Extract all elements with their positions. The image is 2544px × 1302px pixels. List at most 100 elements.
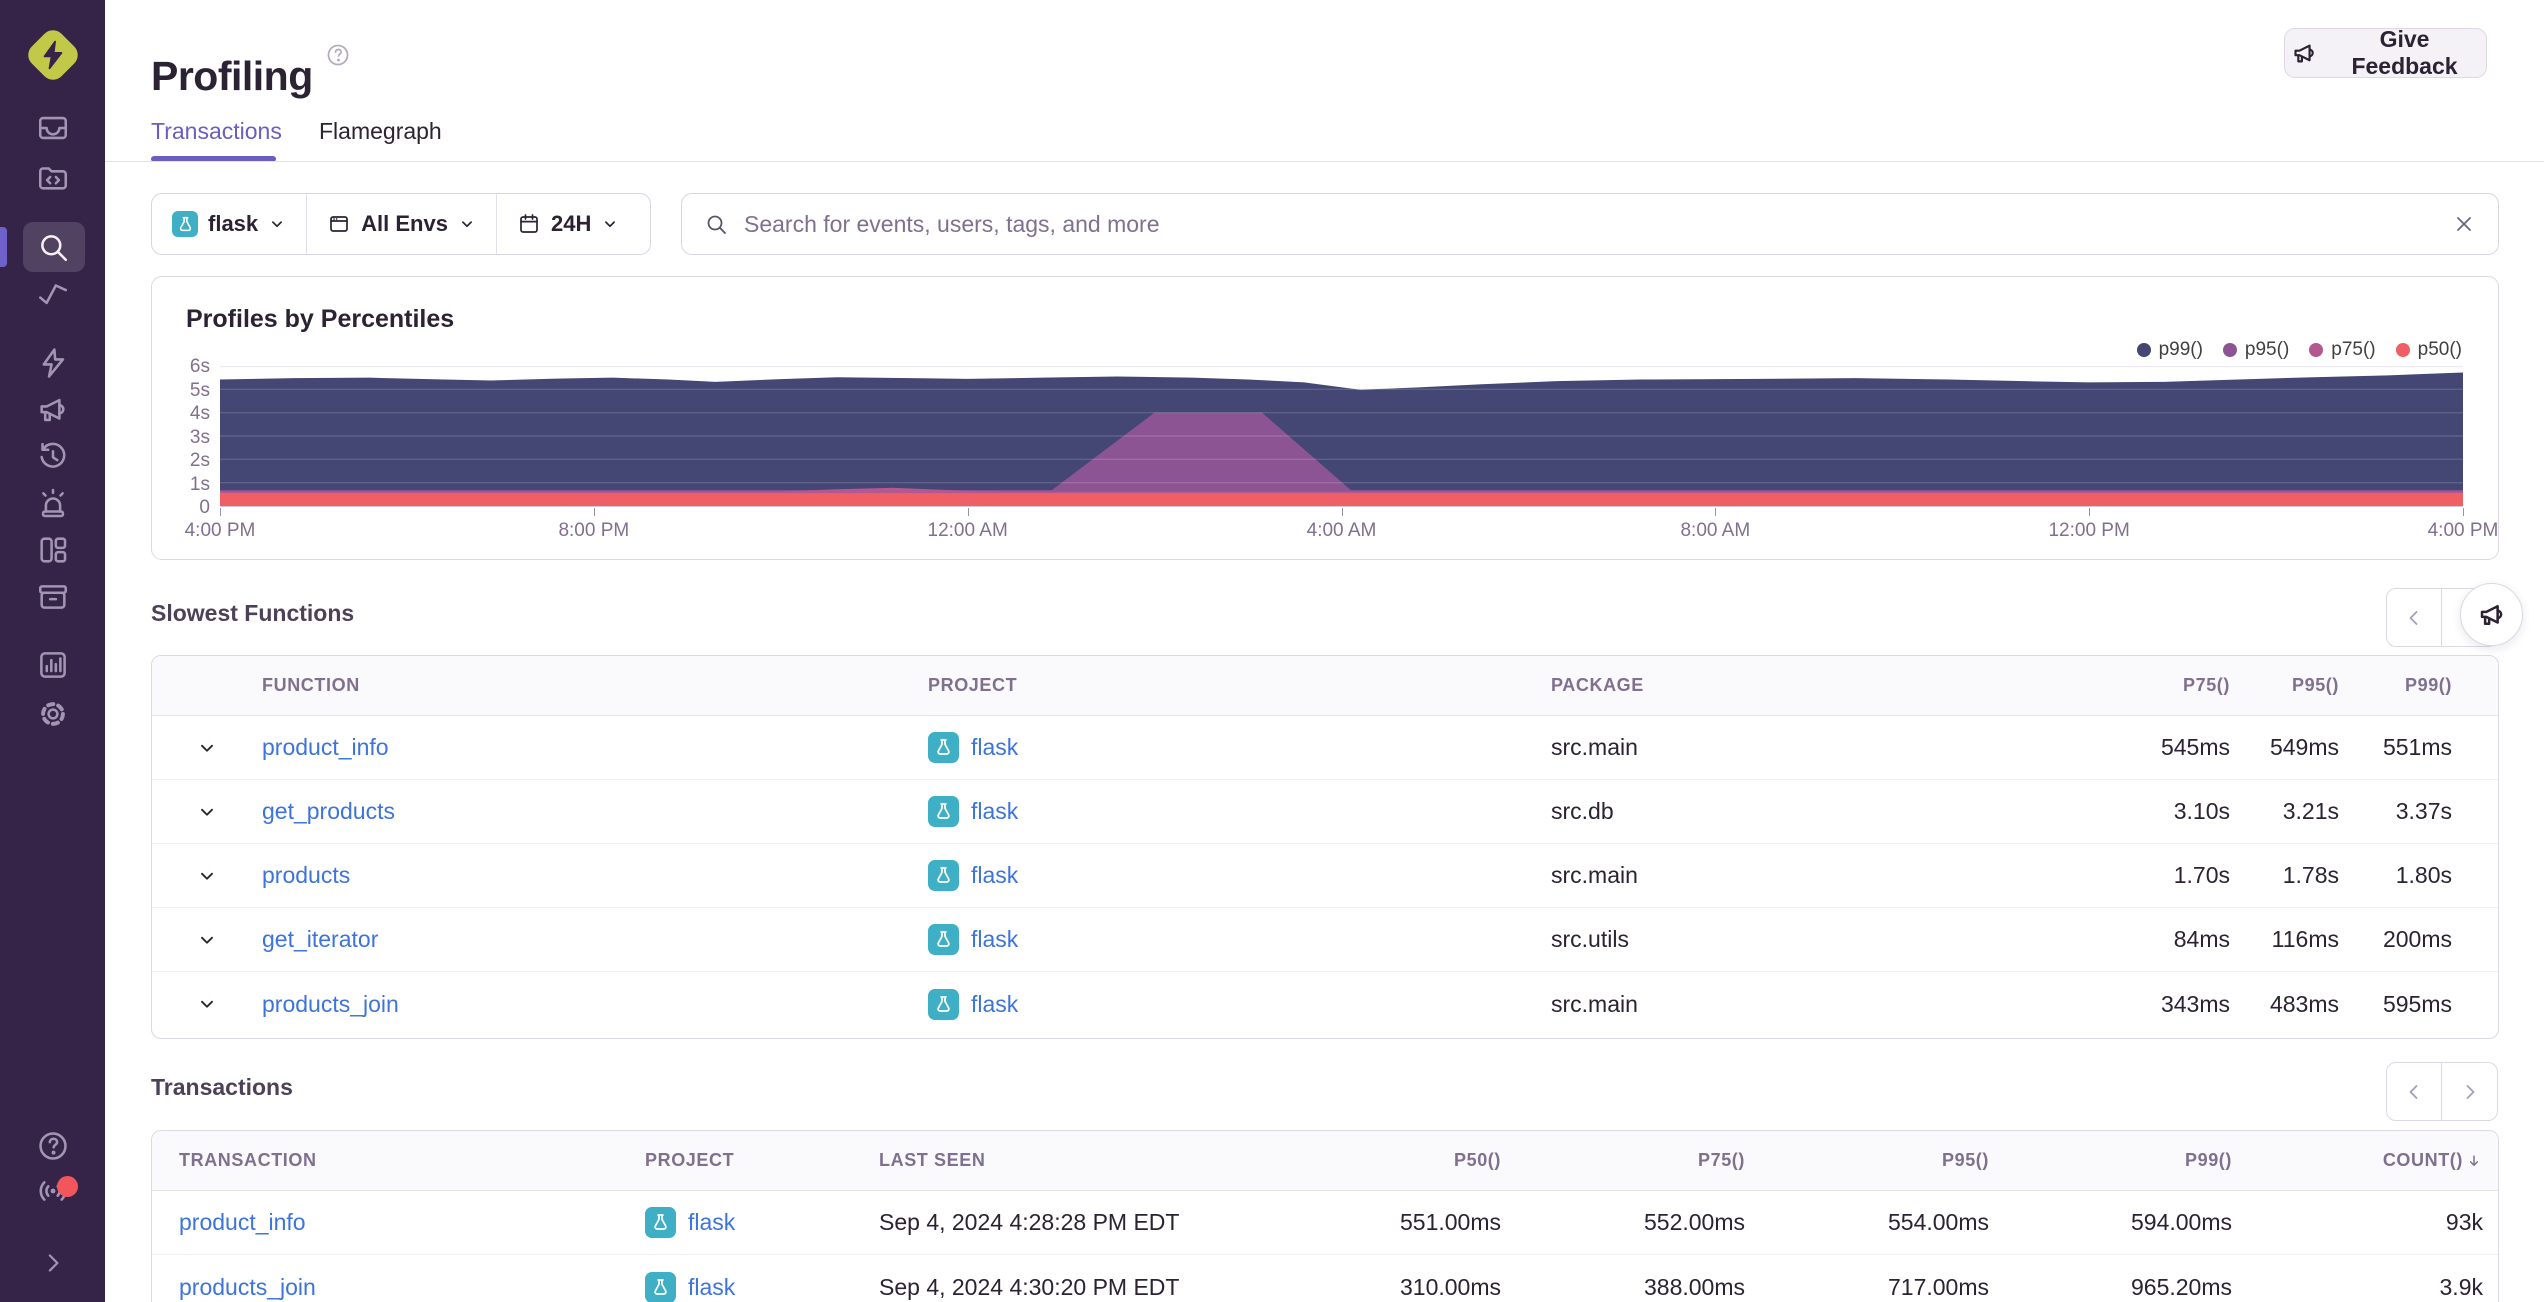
- column-header-p99[interactable]: P99(): [2339, 675, 2452, 696]
- column-header-project[interactable]: PROJECT: [645, 1150, 879, 1171]
- help-icon: [327, 44, 349, 66]
- p99-cell: 3.37s: [2395, 798, 2452, 824]
- sidebar-item-collapse[interactable]: [0, 1238, 105, 1288]
- transaction-link[interactable]: product_info: [179, 1209, 645, 1236]
- project-filter[interactable]: flask: [152, 194, 306, 254]
- legend-item[interactable]: p99(): [2136, 339, 2203, 361]
- chevron-down-icon: [268, 215, 286, 233]
- x-axis-tick: [1341, 508, 1343, 516]
- previous-page-button[interactable]: [2386, 1062, 2442, 1121]
- column-header-package[interactable]: PACKAGE: [1551, 675, 2050, 696]
- expand-row-button[interactable]: [152, 993, 262, 1015]
- sidebar-item-alerts[interactable]: [0, 478, 105, 528]
- project-cell: flask: [645, 1271, 879, 1302]
- function-link[interactable]: get_products: [262, 798, 928, 825]
- column-header-p75[interactable]: P75(): [2050, 675, 2230, 696]
- previous-page-button[interactable]: [2386, 588, 2442, 647]
- sidebar-item-replays[interactable]: [0, 432, 105, 482]
- sidebar-item-projects[interactable]: [0, 152, 105, 202]
- sentry-logo[interactable]: [23, 25, 83, 85]
- x-axis-label: 4:00 PM: [184, 520, 256, 541]
- column-header-last-seen[interactable]: LAST SEEN: [879, 1150, 1257, 1171]
- slowest-function-row: get_iterator flask src.utils 84ms 116ms 200ms: [152, 908, 2498, 972]
- column-header-p99[interactable]: P99(): [1989, 1150, 2232, 1171]
- sidebar-item-explore[interactable]: [0, 222, 105, 272]
- sidebar-item-settings[interactable]: [0, 689, 105, 739]
- project-link[interactable]: flask: [971, 734, 1018, 761]
- sidebar-item-performance[interactable]: [0, 338, 105, 388]
- projects-icon: [38, 167, 67, 190]
- give-feedback-button[interactable]: Give Feedback: [2284, 26, 2487, 79]
- tab-transactions[interactable]: Transactions: [151, 118, 282, 145]
- expand-row-button[interactable]: [152, 801, 262, 823]
- transaction-row: product_info flask Sep 4, 2024 4:28:28 PM …: [152, 1191, 2498, 1255]
- project-link[interactable]: flask: [971, 926, 1018, 953]
- replays-icon: [39, 442, 65, 468]
- legend-label: p99(): [2158, 339, 2203, 360]
- feedback-icon: [2480, 604, 2502, 625]
- flask-icon: [937, 867, 950, 883]
- p95-cell: 1.78s: [2282, 862, 2339, 888]
- sidebar-item-releases[interactable]: [0, 572, 105, 622]
- transaction-link[interactable]: products_join: [179, 1274, 645, 1301]
- project-link[interactable]: flask: [688, 1209, 735, 1236]
- expand-row-button[interactable]: [152, 737, 262, 759]
- y-axis-label: 0: [199, 497, 210, 518]
- close-icon[interactable]: [2452, 212, 2476, 236]
- column-header-p95[interactable]: P95(): [2230, 675, 2339, 696]
- help-icon[interactable]: [325, 42, 351, 68]
- flask-project-icon: [928, 860, 959, 891]
- package-cell: src.main: [1551, 862, 1638, 888]
- sentry-bolt-icon: [43, 40, 63, 70]
- legend-dot: [2395, 343, 2410, 357]
- feedback-fab-button[interactable]: [2460, 583, 2523, 646]
- sidebar-item-feedback[interactable]: [0, 385, 105, 435]
- sidebar-item-help[interactable]: [0, 1121, 105, 1171]
- column-header-p95[interactable]: P95(): [1745, 1150, 1989, 1171]
- search-input[interactable]: [742, 209, 2438, 239]
- function-link[interactable]: product_info: [262, 734, 928, 761]
- column-header-project[interactable]: PROJECT: [928, 675, 1551, 696]
- y-axis-label: 3s: [189, 426, 210, 448]
- expand-row-button[interactable]: [152, 865, 262, 887]
- column-header-p75[interactable]: P75(): [1501, 1150, 1745, 1171]
- slowest-function-row: product_info flask src.main 545ms 549ms 551ms: [152, 716, 2498, 780]
- megaphone-icon: [2291, 40, 2318, 67]
- percentiles-area-chart[interactable]: [220, 366, 2463, 507]
- package-cell: src.main: [1551, 734, 1638, 760]
- next-page-button[interactable]: [2442, 1062, 2498, 1121]
- p75-cell: 1.70s: [2173, 862, 2230, 888]
- column-header-transaction[interactable]: TRANSACTION: [179, 1150, 645, 1171]
- sidebar-item-dashboards[interactable]: [0, 525, 105, 575]
- transaction-row: products_join flask Sep 4, 2024 4:30:20 PM…: [152, 1255, 2498, 1302]
- chevron-right-icon: [2466, 1084, 2474, 1099]
- project-link[interactable]: flask: [971, 862, 1018, 889]
- project-link[interactable]: flask: [971, 798, 1018, 825]
- legend-item[interactable]: p95(): [2222, 339, 2289, 361]
- sidebar-item-stats[interactable]: [0, 640, 105, 690]
- function-link[interactable]: products_join: [262, 991, 928, 1018]
- project-link[interactable]: flask: [688, 1274, 735, 1301]
- sidebar-item-whats-new[interactable]: [0, 1166, 105, 1216]
- tab-flamegraph[interactable]: Flamegraph: [319, 118, 442, 145]
- column-header-function[interactable]: FUNCTION: [262, 675, 928, 696]
- x-axis-tick: [2089, 508, 2091, 516]
- p99-cell: 595ms: [2382, 990, 2452, 1017]
- close-icon: [2457, 217, 2471, 231]
- x-axis-tick: [593, 508, 595, 516]
- project-link[interactable]: flask: [971, 991, 1018, 1018]
- sidebar-item-traces[interactable]: [0, 269, 105, 319]
- column-header-p50[interactable]: P50(): [1257, 1150, 1501, 1171]
- column-header-count[interactable]: COUNT(): [2232, 1150, 2483, 1171]
- expand-row-button[interactable]: [152, 929, 262, 951]
- environment-filter[interactable]: All Envs: [307, 194, 496, 254]
- function-link[interactable]: get_iterator: [262, 926, 928, 953]
- legend-item[interactable]: p50(): [2395, 339, 2462, 361]
- date-range-filter[interactable]: 24H: [497, 194, 639, 254]
- function-link[interactable]: products: [262, 862, 928, 889]
- x-axis-label: 4:00 AM: [1306, 520, 1377, 541]
- p99-cell: 594.00ms: [2130, 1209, 2232, 1235]
- legend-item[interactable]: p75(): [2309, 339, 2376, 361]
- p50-cell: 551.00ms: [1399, 1209, 1501, 1235]
- sidebar-item-issues[interactable]: [0, 103, 105, 153]
